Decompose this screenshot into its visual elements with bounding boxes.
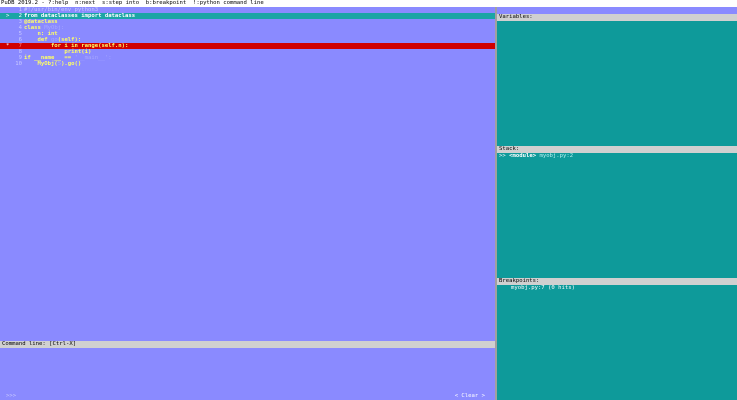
- line-number: 10: [15, 61, 22, 67]
- breakpoints-panel[interactable]: myobj.py:7 (0 hits): [497, 285, 737, 400]
- breakpoint-row[interactable]: myobj.py:7 (0 hits): [497, 285, 737, 291]
- clear-button[interactable]: < Clear >: [455, 393, 485, 399]
- frame-location: myobj.py:2: [539, 153, 574, 159]
- stack-label: Stack:: [497, 146, 737, 153]
- frame-function: <module>: [509, 153, 537, 159]
- line-code: MyObj(5).go(): [22, 61, 81, 67]
- variables-label: Variables:: [497, 14, 737, 21]
- command-line-label: Command line: [Ctrl-X]: [0, 341, 495, 348]
- code-token: MyObj(: [24, 61, 58, 67]
- current-frame-marker: >>: [499, 153, 506, 159]
- stack-panel[interactable]: >> <module> myobj.py:2: [497, 153, 737, 278]
- breakpoints-label: Breakpoints:: [497, 278, 737, 285]
- command-line-area[interactable]: >>> < Clear >: [0, 348, 495, 400]
- stack-frame-row[interactable]: >> <module> myobj.py:2: [497, 153, 737, 159]
- source-code-view[interactable]: 1 #!/usr/bin/env python3 >2 from dataclasse…: [0, 7, 495, 341]
- top-help-bar: PuDB 2019.2 - ?:help n:next s:step into …: [0, 0, 737, 7]
- command-prompt: >>>: [6, 393, 17, 399]
- source-line[interactable]: 10 MyObj(5).go(): [0, 61, 495, 67]
- code-token: ).go(): [61, 61, 82, 67]
- variables-panel[interactable]: [497, 21, 737, 146]
